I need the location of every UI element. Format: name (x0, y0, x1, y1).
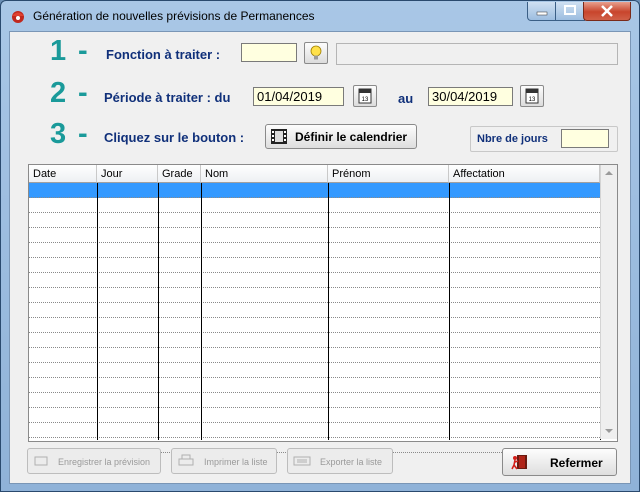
step2-label: Période à traiter : du (104, 90, 231, 105)
svg-text:13: 13 (529, 97, 536, 103)
step3-label: Cliquez sur le bouton : (104, 130, 245, 145)
calendar-icon: 13 (358, 88, 372, 104)
minimize-button[interactable] (527, 2, 557, 21)
save-icon (34, 456, 48, 466)
table-row[interactable] (29, 363, 600, 378)
table-row[interactable] (29, 378, 600, 393)
dialog-body: 1 - Fonction à traiter : 2 - Période à t… (9, 31, 631, 484)
table-row[interactable] (29, 198, 600, 213)
date-from-field[interactable]: 01/04/2019 (253, 87, 344, 106)
step3-number: 3 (50, 118, 67, 150)
film-icon (271, 129, 287, 144)
svg-text:13: 13 (362, 97, 369, 103)
column-header-affectation[interactable]: Affectation (449, 165, 600, 183)
lookup-button[interactable] (304, 42, 328, 64)
table-row[interactable] (29, 408, 600, 423)
scroll-up-icon[interactable] (601, 165, 617, 181)
table-row[interactable] (29, 243, 600, 258)
table-row[interactable] (29, 348, 600, 363)
step2-dash: - (78, 77, 88, 109)
column-divider (449, 183, 450, 440)
column-divider (201, 183, 202, 440)
table-row[interactable] (29, 333, 600, 348)
date-from-calendar-button[interactable]: 13 (353, 85, 377, 107)
date-to-label: au (398, 91, 414, 106)
function-field[interactable] (241, 43, 297, 62)
step2-number: 2 (50, 77, 67, 109)
table-row-selected[interactable] (29, 183, 600, 198)
app-icon (12, 11, 24, 23)
vertical-scrollbar[interactable] (600, 165, 617, 439)
column-divider (328, 183, 329, 440)
column-header-grade[interactable]: Grade (158, 165, 201, 183)
days-box: Nbre de jours (470, 126, 618, 152)
days-field (561, 129, 609, 148)
printer-icon (178, 454, 194, 466)
main-window: Génération de nouvelles prévisions de Pe… (0, 0, 640, 492)
table-row[interactable] (29, 318, 600, 333)
print-list-label: Imprimer la liste (204, 457, 268, 467)
export-list-label: Exporter la liste (320, 457, 383, 467)
table-row[interactable] (29, 423, 600, 438)
column-header-date[interactable]: Date (29, 165, 97, 183)
date-to-field[interactable]: 30/04/2019 (428, 87, 513, 106)
exit-door-icon (511, 455, 527, 470)
define-calendar-button[interactable]: Définir le calendrier (265, 124, 417, 149)
maximize-icon (564, 5, 576, 15)
days-label: Nbre de jours (477, 133, 548, 145)
step3-dash: - (78, 118, 88, 150)
step1-number: 1 (50, 35, 67, 67)
planning-table[interactable]: Date Jour Grade Nom Prénom Affectation (28, 164, 618, 453)
column-header-prenom[interactable]: Prénom (328, 165, 449, 183)
save-forecast-label: Enregistrer la prévision (58, 457, 151, 467)
window-title: Génération de nouvelles prévisions de Pe… (33, 9, 315, 23)
save-forecast-button[interactable]: Enregistrer la prévision (27, 448, 161, 474)
maximize-button[interactable] (555, 2, 585, 21)
print-list-button[interactable]: Imprimer la liste (171, 448, 277, 474)
calendar-icon: 13 (525, 88, 539, 104)
title-bar[interactable]: Génération de nouvelles prévisions de Pe… (1, 1, 639, 31)
define-calendar-label: Définir le calendrier (295, 130, 408, 144)
table-row[interactable] (29, 288, 600, 303)
step1-label: Fonction à traiter : (106, 47, 221, 62)
close-icon (601, 5, 613, 17)
date-to-calendar-button[interactable]: 13 (520, 85, 544, 107)
table-row[interactable] (29, 273, 600, 288)
close-dialog-button[interactable]: Refermer (502, 448, 617, 476)
lightbulb-icon (310, 45, 322, 60)
export-list-button[interactable]: Exporter la liste (287, 448, 393, 474)
step1-dash: - (78, 35, 88, 67)
table-row[interactable] (29, 393, 600, 408)
table-row[interactable] (29, 258, 600, 273)
column-divider (158, 183, 159, 440)
table-row[interactable] (29, 303, 600, 318)
column-header-nom[interactable]: Nom (201, 165, 328, 183)
column-divider (97, 183, 98, 440)
close-button[interactable] (583, 2, 631, 21)
table-row[interactable] (29, 213, 600, 228)
scroll-down-icon[interactable] (601, 423, 617, 439)
table-row[interactable] (29, 228, 600, 243)
function-description (336, 43, 618, 65)
minimize-icon (536, 11, 548, 16)
export-icon (293, 456, 311, 466)
column-header-jour[interactable]: Jour (97, 165, 158, 183)
close-dialog-label: Refermer (550, 456, 603, 470)
